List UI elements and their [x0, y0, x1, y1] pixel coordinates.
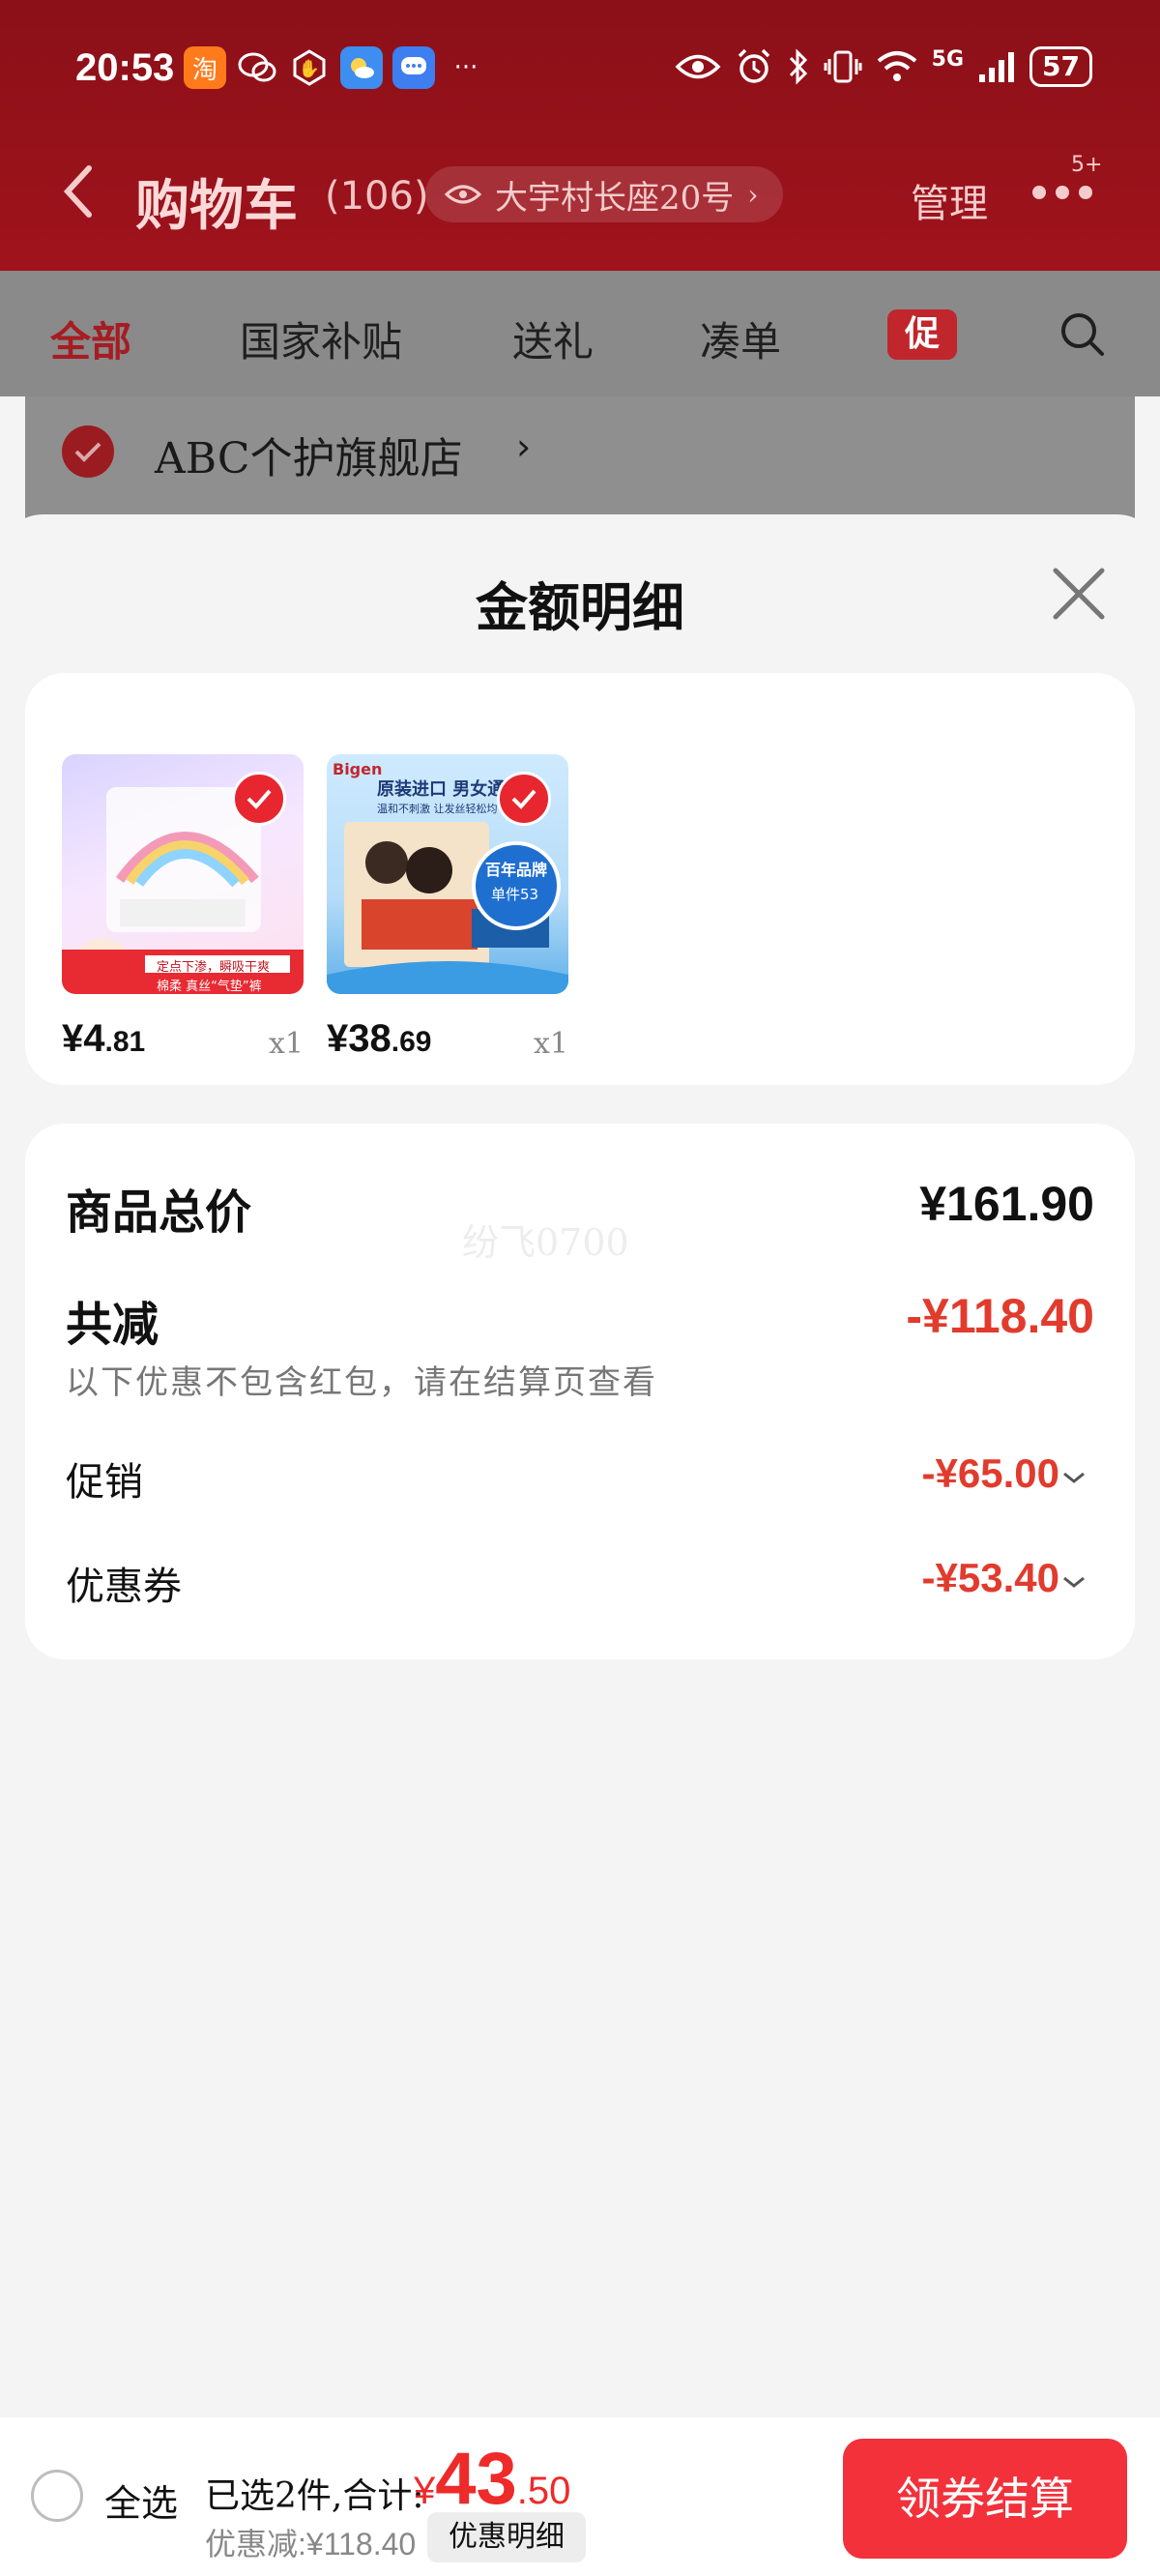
store-checkbox[interactable] [62, 425, 114, 478]
back-arrow-icon[interactable] [60, 162, 99, 220]
eye-icon [675, 54, 721, 79]
coupon-label: 优惠券 [66, 1565, 182, 1609]
delivery-location-button[interactable]: 大宇村长座20号 › [425, 166, 784, 222]
battery-indicator: 57 [1030, 46, 1092, 87]
svg-text:✋: ✋ [299, 58, 320, 79]
product-image-price-badge: 5.9 [77, 955, 121, 990]
close-icon[interactable] [1050, 565, 1108, 623]
manage-button[interactable]: 管理 [911, 172, 988, 228]
product-item[interactable]: Bigen 原装进口 男女通 温和不刺激 让发丝轻松均 百年品牌 单件53 ¥3… [327, 754, 568, 1061]
delivery-location-label: 大宇村长座20号 [495, 178, 735, 218]
check-icon [246, 789, 272, 809]
signal-icon [979, 52, 1015, 82]
discount-detail-button[interactable]: 优惠明细 [427, 2512, 586, 2562]
cart-filter-tabs: 全部 国家补贴 送礼 凑单 促 [0, 271, 1160, 396]
wechat-icon [236, 46, 278, 89]
watermark: 纷飞0700 [462, 1221, 629, 1264]
select-all-checkbox[interactable] [31, 2470, 83, 2522]
product-price: ¥4.81 [62, 1017, 146, 1060]
status-indicators: 5G 57 [675, 46, 1092, 87]
product-image-caption: 棉柔 真丝“气垫”裤 [157, 980, 262, 994]
product-image[interactable]: Bigen 原装进口 男女通 温和不刺激 让发丝轻松均 百年品牌 单件53 [327, 754, 568, 994]
checkout-bar: 全选 已选2件,合计: ¥43.50 优惠减:¥118.40 优惠明细 领券结算 [0, 2417, 1160, 2576]
amount-detail-sheet: 金额明细 5.9 定点下渗，瞬吸干爽 棉柔 真丝“气垫”裤 ¥4.81 x1 B… [0, 514, 1160, 2576]
selected-products-card: 5.9 定点下渗，瞬吸干爽 棉柔 真丝“气垫”裤 ¥4.81 x1 Bigen … [25, 673, 1135, 1085]
tab-promotion[interactable]: 促 [887, 309, 957, 360]
checkout-button[interactable]: 领券结算 [843, 2439, 1127, 2559]
product-quantity: x1 [533, 1027, 568, 1061]
store-name[interactable]: ABC个护旗舰店 [155, 424, 463, 485]
weather-icon [340, 46, 383, 89]
chevron-down-icon[interactable] [1061, 1468, 1087, 1487]
total-amount: ¥43.50 [414, 2438, 571, 2520]
product-image-caption: 定点下渗，瞬吸干爽 [157, 960, 271, 975]
tab-gift[interactable]: 送礼 [512, 309, 594, 368]
product-item[interactable]: 5.9 定点下渗，瞬吸干爽 棉柔 真丝“气垫”裤 ¥4.81 x1 [62, 754, 304, 1061]
product-quantity: x1 [268, 1027, 304, 1061]
tab-national-subsidy[interactable]: 国家补贴 [240, 309, 402, 368]
total-price-value: ¥161.90 [919, 1177, 1094, 1231]
tab-bundle[interactable]: 凑单 [700, 309, 781, 368]
price-summary-card: 纷飞0700 商品总价 ¥161.90 共减 -¥118.40 以下优惠不包含红… [25, 1124, 1135, 1659]
wifi-icon [877, 51, 916, 81]
taobao-icon: 淘 [184, 46, 226, 89]
chevron-right-icon: › [516, 425, 532, 468]
status-app-icons: 淘 ✋ ··· [184, 46, 487, 89]
promotion-label: 促销 [66, 1460, 143, 1505]
gesture-icon: ✋ [288, 46, 331, 89]
search-icon[interactable] [1058, 309, 1108, 360]
product-image-brand: Bigen [333, 760, 383, 778]
total-reduce-label: 共减 [66, 1298, 160, 1352]
alarm-icon [738, 48, 769, 83]
bluetooth-icon [789, 48, 807, 85]
vibrate-icon [824, 50, 862, 83]
chat-icon [392, 46, 435, 89]
selected-summary: 已选2件,合计: [205, 2476, 424, 2516]
tab-all[interactable]: 全部 [50, 309, 131, 368]
chevron-right-icon: › [747, 178, 759, 211]
network-label: 5G [931, 46, 965, 72]
page-title: 购物车 [135, 174, 298, 238]
total-price-label: 商品总价 [66, 1186, 252, 1240]
sheet-title: 金额明细 [476, 576, 684, 638]
product-checkbox[interactable] [497, 772, 551, 826]
status-time: 20:53 [75, 46, 175, 89]
reduce-note: 以下优惠不包含红包，请在结算页查看 [66, 1363, 657, 1402]
coupon-value[interactable]: -¥53.40 [922, 1555, 1059, 1601]
store-row: ABC个护旗舰店 › [25, 396, 1135, 522]
product-image-badge: 单件53 [491, 886, 539, 903]
check-icon [511, 789, 536, 809]
more-notifications-icon: ··· [453, 53, 478, 82]
product-price: ¥38.69 [327, 1017, 432, 1060]
product-image-badge: 百年品牌 [485, 861, 548, 879]
discount-amount: 优惠减:¥118.40 [205, 2527, 417, 2561]
location-eye-icon [445, 185, 481, 204]
total-reduce-value: -¥118.40 [906, 1289, 1094, 1343]
more-options-icon[interactable] [1032, 186, 1092, 199]
product-image-caption: 温和不刺激 让发丝轻松均 [377, 803, 498, 815]
cart-count: (106) [325, 174, 429, 219]
product-checkbox[interactable] [232, 772, 286, 826]
cart-page-background: 20:53 淘 ✋ ··· 5G 57 购物车 (106) 大宇村长座20号 ›… [0, 0, 1160, 580]
notification-badge: 5+ [1071, 153, 1103, 177]
product-image-caption: 原装进口 男女通 [377, 779, 506, 800]
product-image[interactable]: 5.9 定点下渗，瞬吸干爽 棉柔 真丝“气垫”裤 [62, 754, 304, 994]
chevron-down-icon[interactable] [1061, 1572, 1087, 1592]
promotion-value[interactable]: -¥65.00 [922, 1450, 1059, 1497]
select-all-label[interactable]: 全选 [104, 2474, 178, 2527]
check-icon [74, 442, 102, 462]
